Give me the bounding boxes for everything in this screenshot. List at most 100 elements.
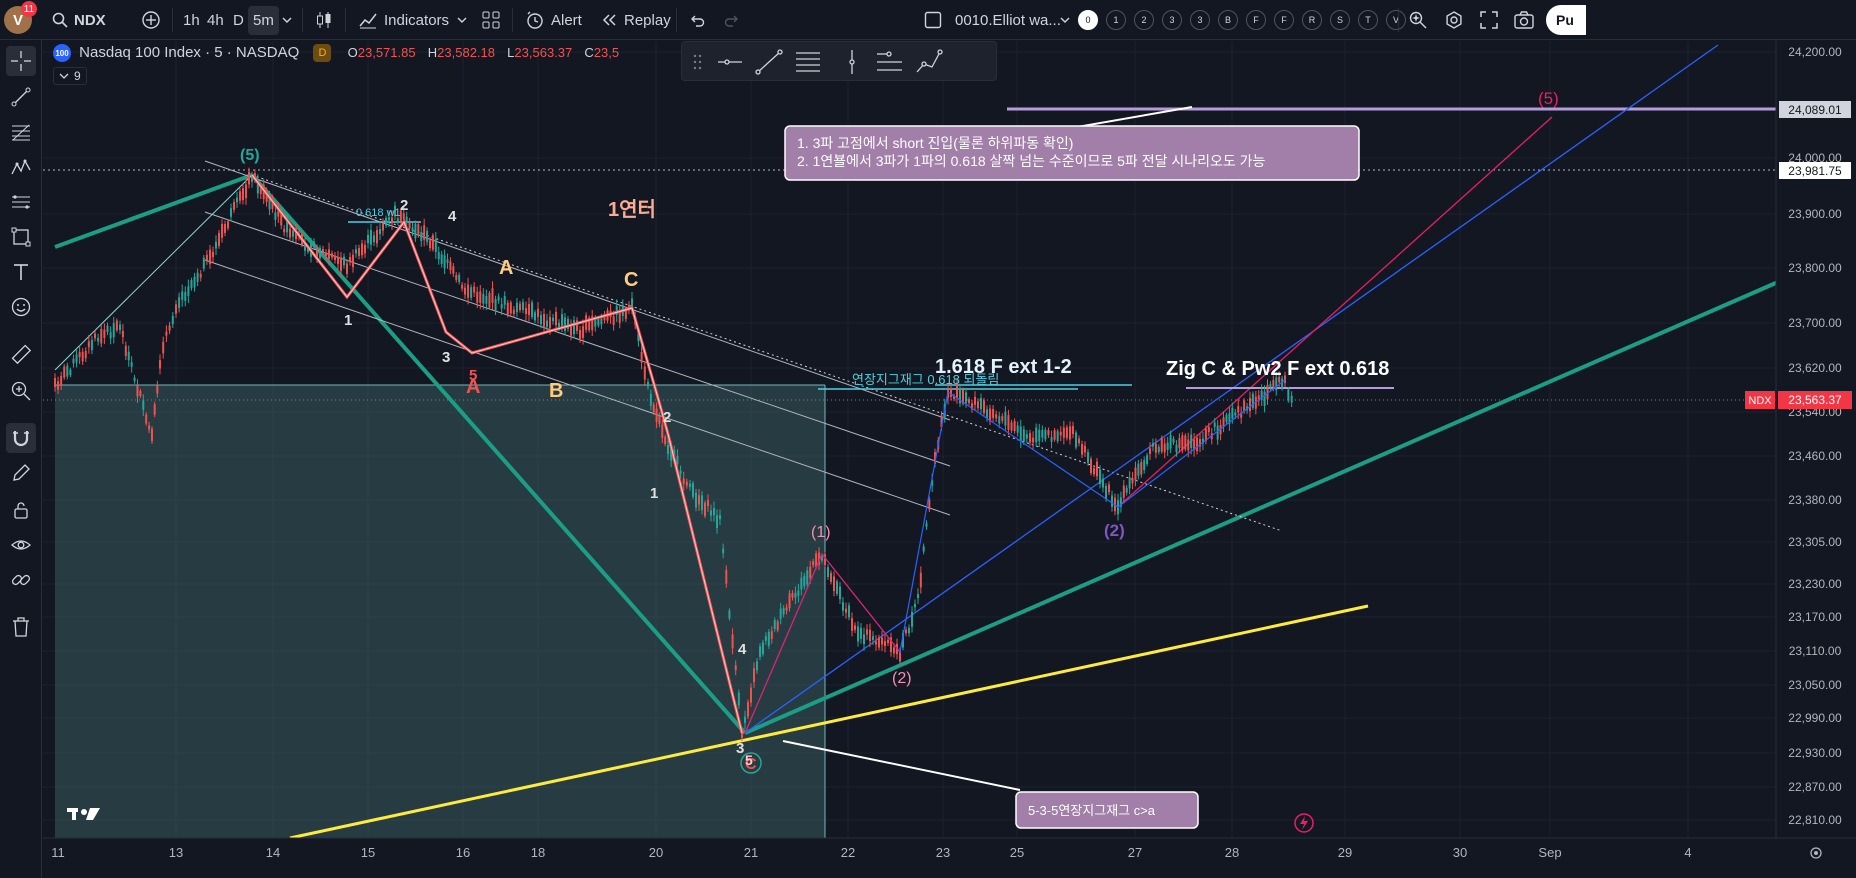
hotkey-3[interactable]: 3 <box>1162 10 1182 30</box>
retrace-box[interactable] <box>55 385 825 838</box>
interval-5m[interactable]: 5m <box>248 0 279 40</box>
wave-1-paren[interactable]: (1) <box>811 524 831 541</box>
indicators-dropdown[interactable] <box>456 0 468 40</box>
hotkey-f2[interactable]: F <box>1274 10 1294 30</box>
wave-5-low[interactable]: 5 <box>745 752 753 768</box>
candle-body <box>346 263 348 274</box>
fib-ext-label[interactable]: 1.618 F ext 1-2 <box>935 356 1072 378</box>
chart-type-button[interactable] <box>314 0 334 40</box>
visibility-tool[interactable] <box>6 530 36 560</box>
interval-1h[interactable]: 1h <box>183 0 200 40</box>
w1-label[interactable]: 0.618 w1 <box>356 207 401 219</box>
trend-line-icon[interactable] <box>755 49 783 75</box>
indicators-button[interactable]: Indicators <box>358 0 449 40</box>
undo-button[interactable] <box>688 0 706 40</box>
quick-search-button[interactable] <box>1408 0 1428 40</box>
wave-3b[interactable]: 3 <box>736 740 744 757</box>
magnet-tool[interactable] <box>6 423 36 453</box>
hotkey-s[interactable]: S <box>1330 10 1350 30</box>
candle-body <box>980 398 982 410</box>
candle-body <box>497 296 500 301</box>
path-icon[interactable] <box>916 49 943 73</box>
templates-button[interactable] <box>481 0 501 40</box>
label-a-big[interactable]: A <box>499 257 513 279</box>
lock-tool[interactable] <box>6 495 36 525</box>
fib-tool[interactable] <box>6 117 36 147</box>
hotkey-b[interactable]: B <box>1218 10 1238 30</box>
wave-5-right[interactable]: (5) <box>1538 89 1559 108</box>
compare-button[interactable] <box>141 0 161 40</box>
label-c[interactable]: C <box>624 269 638 291</box>
wave-2a[interactable]: 2 <box>400 197 408 214</box>
hotkey-f[interactable]: F <box>1246 10 1266 30</box>
vertical-line-icon[interactable] <box>849 50 855 74</box>
parallel-lines-icon[interactable] <box>796 52 820 72</box>
replay-button[interactable]: Replay <box>600 0 671 40</box>
wave-5-top[interactable]: (5) <box>240 147 260 164</box>
zoom-tool[interactable] <box>6 376 36 406</box>
hotkey-r[interactable]: R <box>1302 10 1322 30</box>
label-b[interactable]: B <box>549 380 563 402</box>
candle-body <box>887 639 889 644</box>
draw-mode-tool[interactable] <box>6 458 36 488</box>
wave-4a[interactable]: 4 <box>448 208 457 225</box>
interval-d[interactable]: D <box>233 0 244 40</box>
horizontal-ray-icon[interactable] <box>718 59 742 65</box>
trend-line-tool[interactable] <box>6 82 36 112</box>
channel-icon[interactable] <box>877 51 902 71</box>
shapes-tool[interactable] <box>6 222 36 252</box>
pattern-tool[interactable] <box>6 152 36 182</box>
candle-body <box>1122 485 1125 498</box>
candle-body <box>488 292 491 308</box>
zig-c-label[interactable]: Zig C & Pw2 F ext 0.618 <box>1166 358 1389 380</box>
hotkey-v[interactable]: V <box>1386 10 1406 30</box>
wave-2-purple[interactable]: (2) <box>1104 521 1125 540</box>
candle-body <box>1072 425 1074 435</box>
settings-button[interactable] <box>1444 0 1464 40</box>
hotkey-1[interactable]: 1 <box>1106 10 1126 30</box>
legend-title[interactable]: Nasdaq 100 Index · 5 · NASDAQ <box>79 44 299 61</box>
alert-button[interactable]: Alert <box>525 0 582 40</box>
drag-handle-icon[interactable] <box>693 54 702 70</box>
wave-4b[interactable]: 4 <box>738 641 747 658</box>
candle-body <box>190 280 193 289</box>
indicators-collapse-button[interactable]: 9 <box>53 67 87 85</box>
snapshot-button[interactable] <box>1513 0 1535 40</box>
hotkey-3b[interactable]: 3 <box>1190 10 1210 30</box>
candle-body <box>1237 406 1240 413</box>
icons-tool[interactable] <box>6 292 36 322</box>
forecast-tool[interactable] <box>6 187 36 217</box>
candle-body <box>750 687 752 703</box>
symbol-search[interactable]: NDX <box>52 0 106 40</box>
text-icon <box>14 264 28 280</box>
crosshair-tool[interactable] <box>6 46 36 76</box>
candle-body <box>974 396 976 405</box>
text-tool[interactable] <box>6 257 36 287</box>
remove-drawings-tool[interactable] <box>6 612 36 642</box>
wave-1b[interactable]: 1 <box>650 485 658 502</box>
candle-body <box>1069 426 1071 440</box>
wave-1a[interactable]: 1 <box>344 312 352 329</box>
interval-4h[interactable]: 4h <box>207 0 224 40</box>
hotkey-2[interactable]: 2 <box>1134 10 1154 30</box>
wave-3a[interactable]: 3 <box>442 349 450 366</box>
chart-canvas[interactable]: (5) 0.618 w1 1 2 3 4 5 A A B C 1연터 2 1 4… <box>43 41 1856 878</box>
fullscreen-button[interactable] <box>1479 0 1499 40</box>
interval-dropdown[interactable] <box>281 0 293 40</box>
layout-button[interactable] <box>924 0 942 40</box>
redo-button[interactable] <box>723 0 741 40</box>
publish-button[interactable]: Pu <box>1546 0 1586 40</box>
candle-body <box>1131 478 1134 484</box>
delayed-badge[interactable]: D <box>313 44 332 63</box>
chart-pane[interactable]: (5) 0.618 w1 1 2 3 4 5 A A B C 1연터 2 1 4… <box>43 41 1856 878</box>
yeonteo-label[interactable]: 1연터 <box>608 198 656 221</box>
layout-name[interactable]: 0010.Elliot wa... <box>955 0 1061 40</box>
link-tool[interactable] <box>6 565 36 595</box>
hotkey-t[interactable]: T <box>1358 10 1378 30</box>
label-a-red[interactable]: A <box>466 376 480 398</box>
layout-dropdown[interactable] <box>1059 0 1071 40</box>
wave-2b[interactable]: 2 <box>663 409 671 426</box>
wave-2-paren[interactable]: (2) <box>892 670 912 687</box>
measure-tool[interactable] <box>6 339 36 369</box>
hotkey-0[interactable]: 0 <box>1078 10 1098 30</box>
